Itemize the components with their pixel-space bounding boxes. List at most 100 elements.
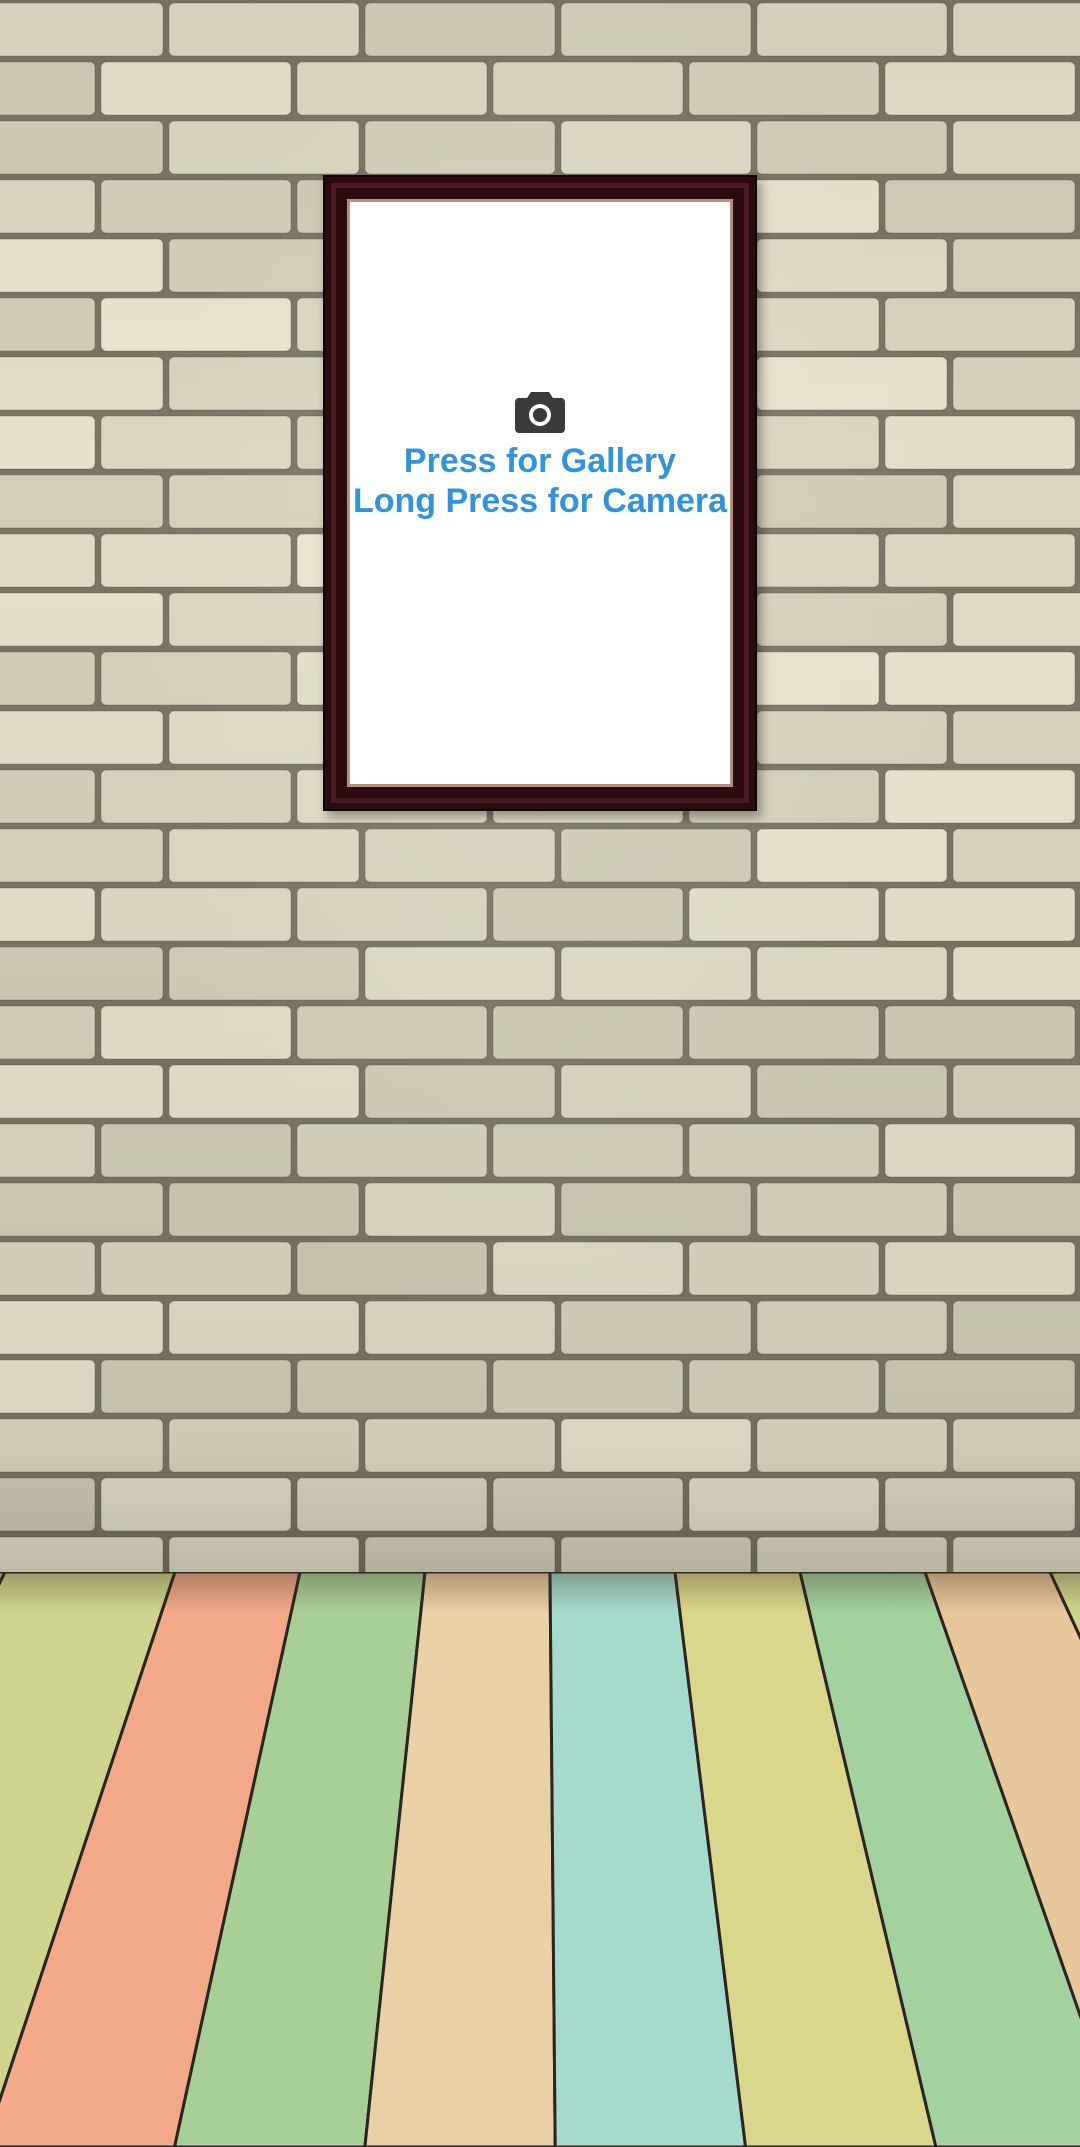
brick [364, 2, 556, 57]
brick [296, 1241, 488, 1296]
brick [364, 1300, 556, 1355]
brick [364, 1064, 556, 1119]
brick [296, 1005, 488, 1060]
brick [100, 533, 292, 588]
brick [168, 1418, 360, 1473]
brick [492, 61, 684, 116]
brick [168, 1182, 360, 1237]
brick [952, 2, 1080, 57]
brick [560, 1064, 752, 1119]
brick [756, 120, 948, 175]
brick [688, 61, 880, 116]
brick [952, 1536, 1080, 1572]
brick [952, 356, 1080, 411]
brick [100, 415, 292, 470]
brick [100, 61, 292, 116]
brick [0, 1477, 96, 1532]
brick [492, 1359, 684, 1414]
brick [0, 1182, 164, 1237]
brick [688, 1241, 880, 1296]
brick [884, 1477, 1076, 1532]
brick [756, 474, 948, 529]
brick [168, 1536, 360, 1572]
brick [0, 1241, 96, 1296]
brick [100, 1359, 292, 1414]
brick [0, 120, 164, 175]
brick [0, 1064, 164, 1119]
brick [0, 887, 96, 942]
brick [168, 2, 360, 57]
brick [364, 946, 556, 1001]
brick [0, 238, 164, 293]
brick [884, 1241, 1076, 1296]
brick [296, 887, 488, 942]
brick [952, 1064, 1080, 1119]
picture-placeholder[interactable]: Press for Gallery Long Press for Camera [347, 199, 733, 787]
brick [756, 946, 948, 1001]
brick [0, 1359, 96, 1414]
brick [0, 828, 164, 883]
brick [100, 887, 292, 942]
brick [756, 592, 948, 647]
brick [756, 356, 948, 411]
brick [492, 1241, 684, 1296]
brick [756, 1064, 948, 1119]
brick [952, 1418, 1080, 1473]
brick [100, 1241, 292, 1296]
brick [560, 1418, 752, 1473]
brick [296, 1359, 488, 1414]
picture-frame-button[interactable]: Press for Gallery Long Press for Camera [323, 175, 757, 811]
brick [0, 1300, 164, 1355]
brick [100, 769, 292, 824]
brick [560, 946, 752, 1001]
brick [884, 179, 1076, 234]
brick [756, 238, 948, 293]
brick [756, 1300, 948, 1355]
brick [0, 2, 164, 57]
brick [952, 1182, 1080, 1237]
brick [364, 1182, 556, 1237]
brick [0, 297, 96, 352]
brick [0, 356, 164, 411]
brick [884, 651, 1076, 706]
brick [168, 828, 360, 883]
brick [952, 474, 1080, 529]
brick [0, 61, 96, 116]
brick [756, 1418, 948, 1473]
brick [364, 120, 556, 175]
brick [168, 1300, 360, 1355]
brick [884, 61, 1076, 116]
brick [364, 1418, 556, 1473]
brick [952, 946, 1080, 1001]
brick [952, 592, 1080, 647]
brick [756, 1536, 948, 1572]
press-for-gallery-label: Press for Gallery [403, 442, 677, 480]
brick [560, 1182, 752, 1237]
brick [756, 1182, 948, 1237]
brick [884, 297, 1076, 352]
brick [884, 1359, 1076, 1414]
brick [560, 1300, 752, 1355]
brick [364, 828, 556, 883]
brick [296, 61, 488, 116]
brick [168, 120, 360, 175]
brick [884, 887, 1076, 942]
brick [0, 592, 164, 647]
brick [100, 1005, 292, 1060]
wooden-floor-background [0, 1572, 1080, 2147]
brick [0, 1536, 164, 1572]
brick [0, 946, 164, 1001]
brick [168, 1064, 360, 1119]
brick [492, 1123, 684, 1178]
brick [688, 1123, 880, 1178]
brick [0, 710, 164, 765]
brick [688, 887, 880, 942]
brick [952, 710, 1080, 765]
brick [884, 769, 1076, 824]
brick [0, 415, 96, 470]
brick [560, 1536, 752, 1572]
brick [0, 651, 96, 706]
brick [100, 651, 292, 706]
floor-planks [0, 1572, 1080, 2147]
brick [756, 2, 948, 57]
